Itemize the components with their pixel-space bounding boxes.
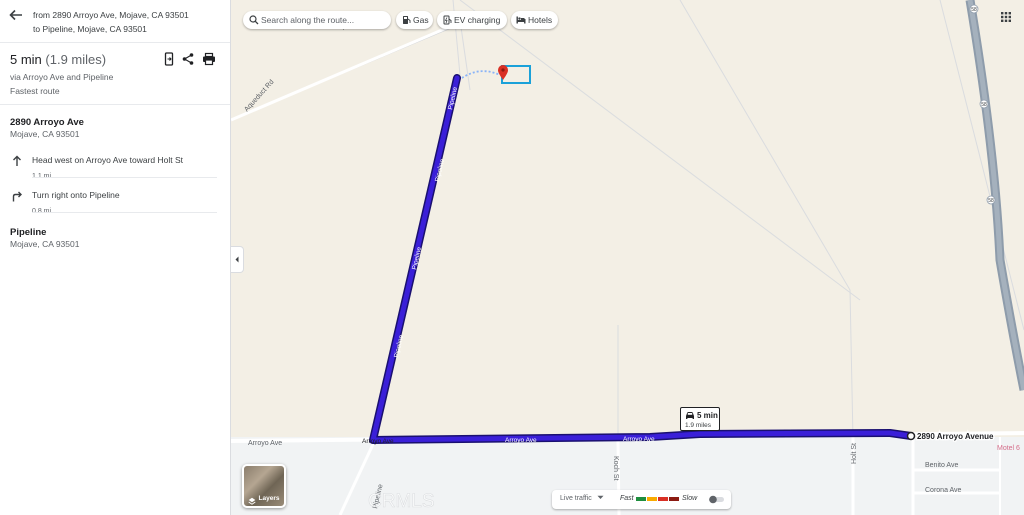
collapse-panel-button[interactable]: [231, 246, 244, 273]
road-label-benito: Benito Ave: [925, 462, 958, 469]
poi-label-motel[interactable]: Motel 6: [997, 445, 1020, 452]
share-icon[interactable]: [181, 52, 195, 66]
origin-dot-icon[interactable]: [906, 431, 916, 441]
shield-58-label: 58: [981, 102, 987, 108]
road-label-corona: Corona Ave: [925, 487, 962, 494]
route-label-pipeline-1: Pipeline: [447, 86, 459, 110]
destination-address: Mojave, CA 93501: [10, 239, 80, 249]
step-1-text: Head west on Arroyo Ave toward Holt St: [32, 155, 184, 165]
turn-right-icon: [12, 191, 22, 202]
layers-label: Layers: [258, 495, 280, 502]
destination-name[interactable]: Pipeline: [10, 227, 46, 238]
callout-duration: 5 min: [697, 411, 718, 420]
step-2-text: Turn right onto Pipeline: [32, 190, 120, 200]
road-label-koch: Koch St: [612, 456, 619, 481]
chevron-left-icon: [235, 256, 239, 263]
step-2-divider: [32, 212, 217, 213]
route-via: via Arroyo Ave and Pipeline: [10, 72, 114, 82]
route-distance: (1.9 miles): [45, 52, 107, 67]
destination-pin-icon[interactable]: [498, 65, 508, 80]
back-arrow-icon[interactable]: [8, 7, 24, 23]
apps-grid-icon[interactable]: [999, 10, 1013, 24]
terrain-line: [459, 0, 861, 301]
route-label-arroyo-3: Arroyo Ave: [623, 436, 655, 443]
hotels-chip-label: Hotels: [528, 15, 553, 25]
send-to-phone-icon[interactable]: [162, 52, 176, 66]
gas-chip-label: Gas: [413, 15, 429, 25]
terrain-line: [459, 19, 471, 91]
route-outline: [369, 74, 915, 444]
road-label-holt: Holt St: [851, 443, 858, 464]
road-label-arroyo-west: Arroyo Ave: [248, 440, 282, 447]
end-point-label[interactable]: 2890 Arroyo Avenue: [916, 431, 996, 443]
bed-icon: [516, 16, 526, 24]
watermark: CRMLS: [368, 491, 435, 512]
directions-header: from 2890 Arroyo Ave, Mojave, CA 93501 t…: [0, 0, 230, 43]
to-location[interactable]: to Pipeline, Mojave, CA 93501: [33, 24, 147, 34]
route-duration: 5 min: [10, 52, 42, 67]
map-svg: Aqueduct Rd Aqued Arroyo Ave Pipeline Ko…: [231, 0, 1024, 515]
destination-pin-dot: [501, 68, 505, 72]
origin-address: Mojave, CA 93501: [10, 129, 80, 139]
print-icon[interactable]: [202, 52, 216, 66]
directions-panel: from 2890 Arroyo Ave, Mojave, CA 93501 t…: [0, 0, 231, 515]
route-label-arroyo-2: Arroyo Ave: [505, 437, 537, 444]
hotels-chip[interactable]: Hotels: [511, 11, 558, 29]
route-duration-distance: 5 min (1.9 miles): [10, 52, 106, 67]
car-icon: [686, 412, 694, 419]
from-location[interactable]: from 2890 Arroyo Ave, Mojave, CA 93501: [33, 10, 189, 20]
route-tag: Fastest route: [10, 86, 60, 96]
ev-charging-icon: [443, 15, 452, 25]
terrain-line: [679, 0, 854, 441]
chevron-down-icon: [597, 495, 604, 499]
step-1-divider: [32, 177, 217, 178]
route-callout[interactable]: 5 min 1.9 miles: [680, 407, 720, 431]
shield-58-label: 58: [988, 198, 994, 204]
shield-58-label: 58: [971, 7, 977, 13]
traffic-fast-label: Fast: [620, 495, 634, 502]
origin-name[interactable]: 2890 Arroyo Ave: [10, 117, 84, 128]
arrow-up-icon: [13, 155, 21, 166]
route-label-arroyo-1: Arroyo Ave: [362, 438, 394, 445]
traffic-slow-label: Slow: [682, 495, 698, 502]
traffic-toggle[interactable]: [708, 495, 725, 504]
gas-chip[interactable]: Gas: [396, 11, 433, 29]
ev-charging-chip-label: EV charging: [454, 15, 501, 25]
ev-charging-chip[interactable]: EV charging: [437, 11, 507, 29]
route-label-pipeline-3: Pipeline: [411, 246, 423, 270]
route-summary[interactable]: 5 min (1.9 miles) via Arroyo Ave and Pip…: [0, 43, 230, 105]
live-traffic-label: Live traffic: [560, 495, 592, 502]
search-along-route-input[interactable]: Search along the route...: [243, 11, 391, 29]
search-icon: [249, 15, 259, 25]
traffic-legend: Live traffic Fast Slow: [552, 490, 731, 509]
search-placeholder: Search along the route...: [261, 15, 355, 25]
live-traffic-dropdown[interactable]: Live traffic: [560, 495, 604, 502]
layers-button[interactable]: Layers: [242, 464, 286, 508]
aqueduct-road: [231, 16, 471, 122]
map-canvas[interactable]: Aqueduct Rd Aqued Arroyo Ave Pipeline Ko…: [231, 0, 1024, 515]
route-line[interactable]: [370, 75, 914, 443]
gas-station-icon: [403, 16, 411, 24]
traffic-scale: [636, 497, 679, 501]
callout-distance: 1.9 miles: [685, 422, 712, 429]
